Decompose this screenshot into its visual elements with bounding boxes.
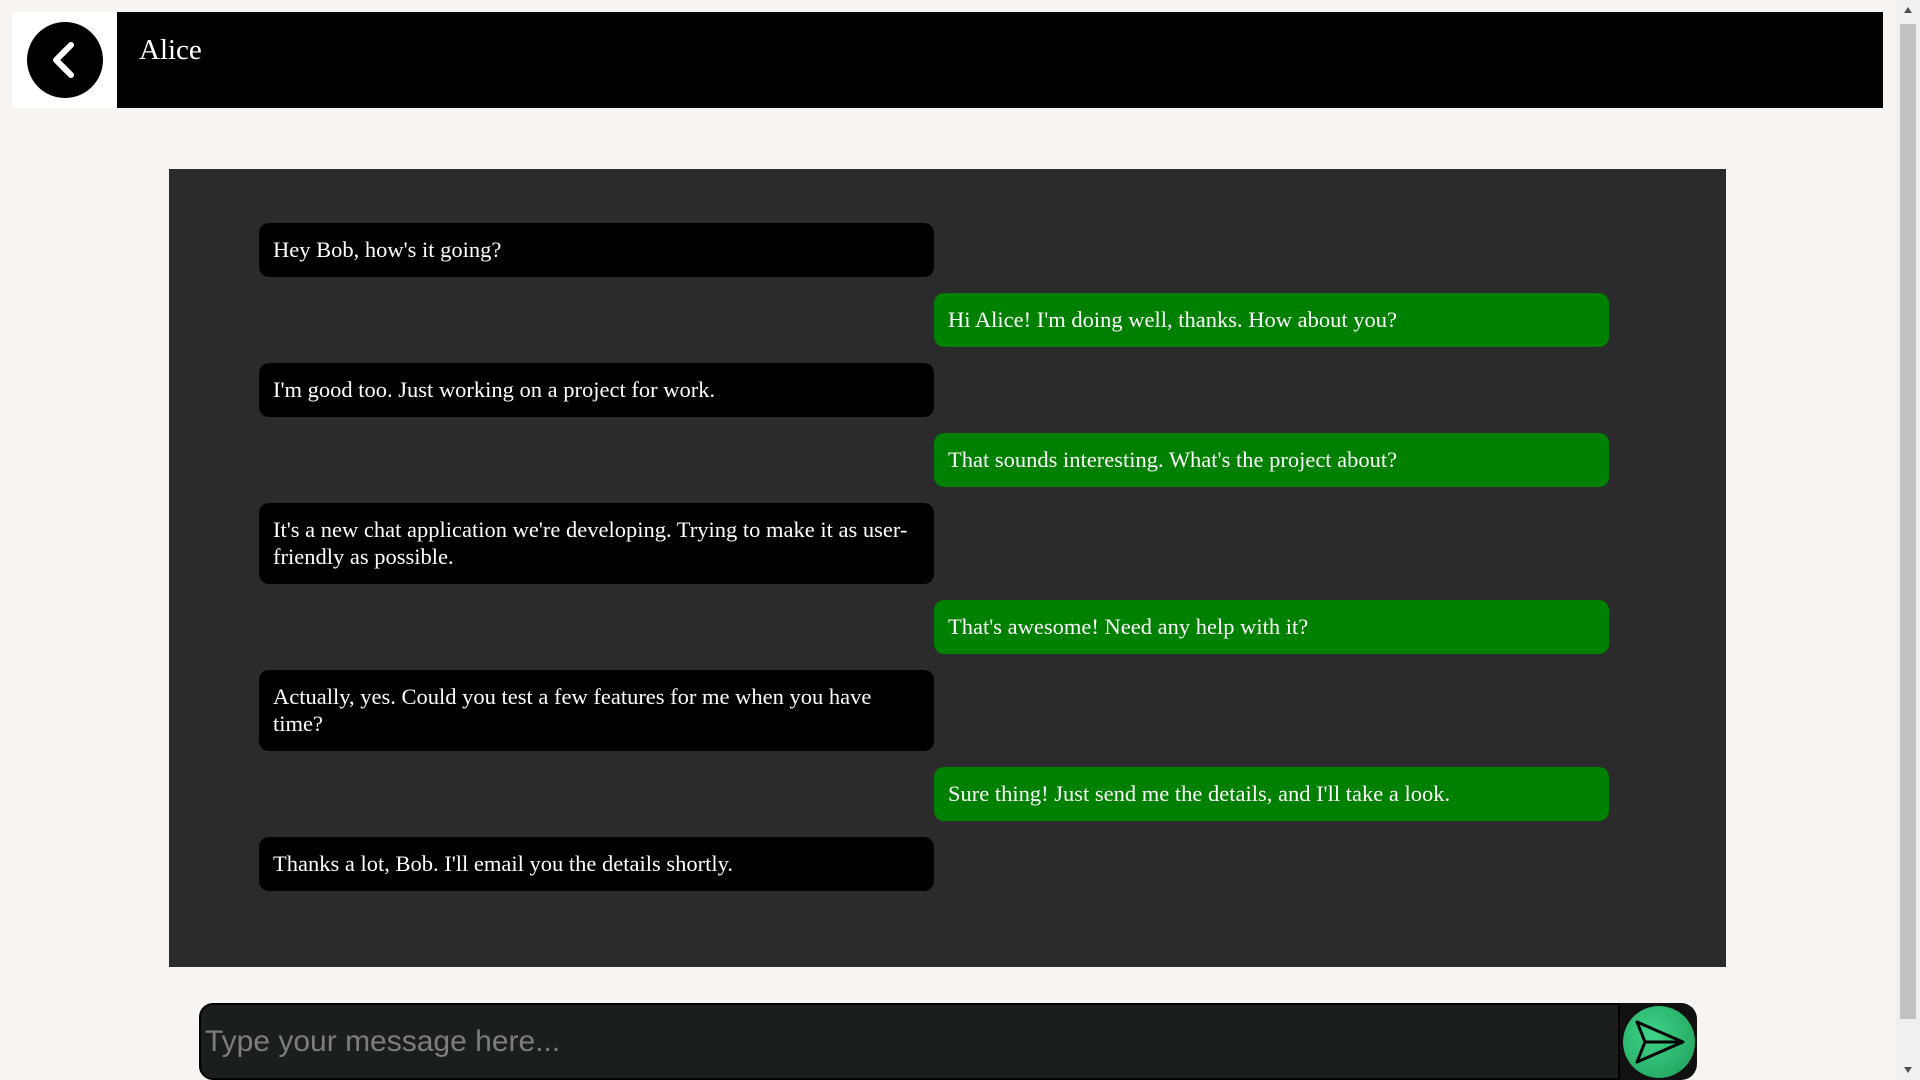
sent-message-bubble: That's awesome! Need any help with it? [934,600,1609,654]
received-message-bubble: It's a new chat application we're develo… [259,503,934,584]
scroll-thumb[interactable] [1900,24,1916,1019]
received-message-bubble: Hey Bob, how's it going? [259,223,934,277]
back-button-container [12,12,117,108]
chevron-left-icon [52,42,74,78]
message-list: Hey Bob, how's it going? Hi Alice! I'm do… [259,223,1609,907]
sent-message-bubble: Sure thing! Just send me the details, an… [934,767,1609,821]
scroll-up-arrow-icon[interactable] [1896,0,1920,20]
received-message-bubble: I'm good too. Just working on a project … [259,363,934,417]
scroll-down-arrow-icon[interactable] [1896,1060,1920,1080]
send-button[interactable] [1622,1005,1695,1078]
message-panel: Hey Bob, how's it going? Hi Alice! I'm do… [169,169,1726,967]
sent-message-bubble: Hi Alice! I'm doing well, thanks. How ab… [934,293,1609,347]
received-message-bubble: Thanks a lot, Bob. I'll email you the de… [259,837,934,891]
page-scrollbar[interactable] [1896,0,1920,1080]
back-button[interactable] [26,22,103,98]
sent-message-bubble: That sounds interesting. What's the proj… [934,433,1609,487]
chat-page: Alice Hey Bob, how's it going? Hi Alice! … [0,0,1920,1080]
composer [199,1003,1697,1080]
message-input[interactable] [199,1003,1620,1080]
contact-name: Alice [139,34,202,66]
send-icon [1635,1020,1684,1063]
send-button-container [1620,1003,1697,1080]
chat-header: Alice [12,12,1883,108]
received-message-bubble: Actually, yes. Could you test a few feat… [259,670,934,751]
